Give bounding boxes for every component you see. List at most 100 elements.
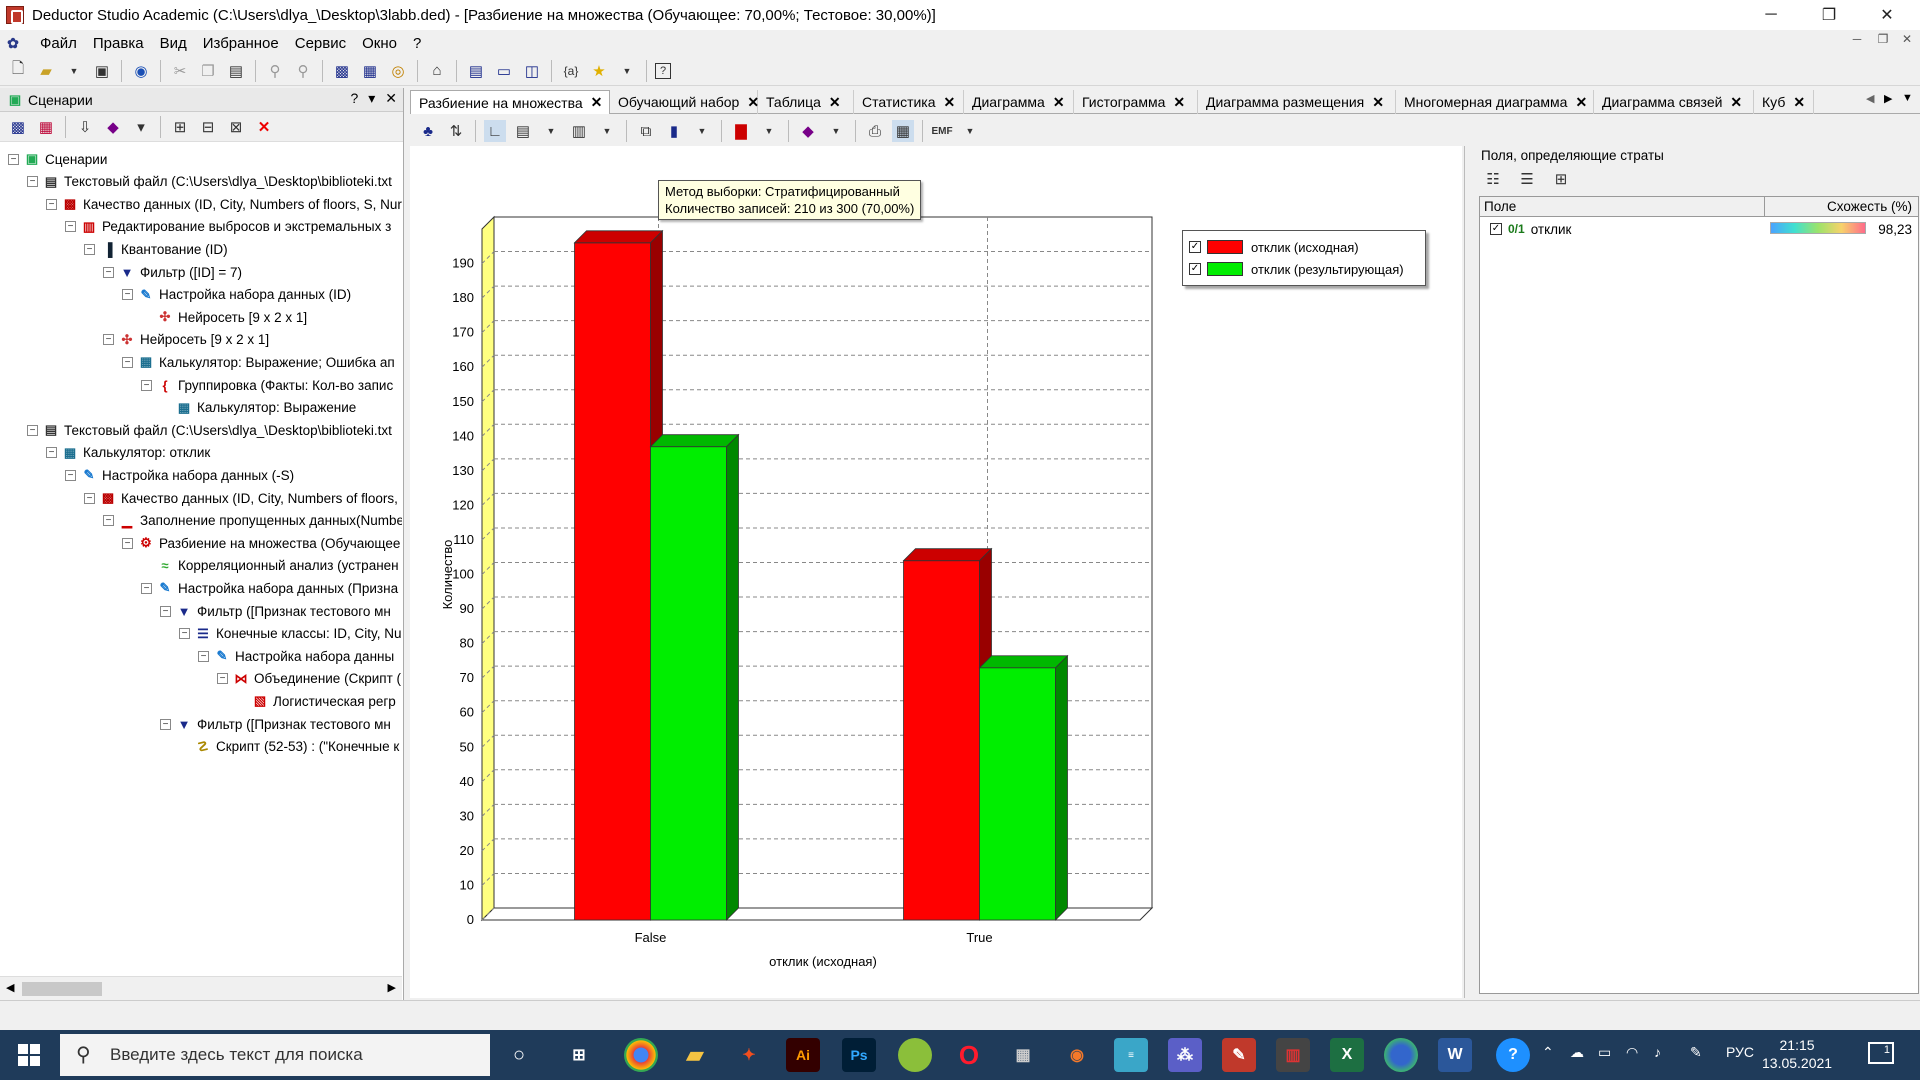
tree-node[interactable]: ✣ Нейросеть [9 x 2 x 1]	[141, 306, 308, 328]
maximize-button[interactable]: ❐	[1800, 0, 1858, 30]
tab-close-icon[interactable]: ✕	[1173, 94, 1185, 111]
tab[interactable]: Многомерная диаграмма ✕	[1396, 90, 1594, 114]
wizard-import-icon[interactable]: ▩	[331, 60, 353, 82]
file-explorer-icon[interactable]: ▰	[678, 1038, 712, 1072]
dropdown-icon[interactable]: ▼	[691, 120, 713, 142]
cascade-windows-icon[interactable]: ▤	[465, 60, 487, 82]
tree-collapse-toggle[interactable]: −	[160, 605, 171, 617]
import-wizard-icon[interactable]: ▩	[7, 116, 29, 138]
tab-close-icon[interactable]: ✕	[829, 94, 841, 111]
menu-window[interactable]: Окно	[354, 35, 405, 52]
tab-close-icon[interactable]: ✕	[1730, 94, 1742, 111]
column-header-similarity[interactable]: Схожесть (%)	[1765, 197, 1918, 217]
find-icon[interactable]: ⚲	[264, 60, 286, 82]
app-taskbar-icon[interactable]: ▥	[1276, 1038, 1310, 1072]
tab-scroll-left-icon[interactable]: ◀	[1866, 92, 1874, 105]
tree-collapse-toggle[interactable]: −	[84, 492, 95, 504]
home-icon[interactable]: ⌂	[426, 60, 448, 82]
edge-icon[interactable]	[1384, 1038, 1418, 1072]
tree-node[interactable]: − ✎ Настройка набора данных (-S)	[65, 464, 294, 486]
tree-collapse-toggle[interactable]: −	[103, 515, 114, 527]
help-app-icon[interactable]: ?	[1496, 1038, 1530, 1072]
tab[interactable]: Диаграмма связей ✕	[1594, 90, 1754, 114]
replace-icon[interactable]: ⚲	[292, 60, 314, 82]
legend-checkbox[interactable]: ✓	[1189, 241, 1201, 253]
legend-item-original[interactable]: ✓ отклик (исходная)	[1189, 237, 1359, 257]
axes-icon[interactable]: ∟	[484, 120, 506, 142]
mdi-minimize-button[interactable]: ─	[1846, 32, 1868, 46]
tab[interactable]: Куб ✕	[1754, 90, 1814, 114]
check-all-icon[interactable]: ☷	[1482, 168, 1504, 190]
app-menu-icon[interactable]: ✿	[4, 34, 22, 52]
clock[interactable]: 21:15 13.05.2021	[1762, 1036, 1832, 1072]
tree-node[interactable]: − ✎ Настройка набора данных (Призна	[141, 577, 398, 599]
chrome-icon[interactable]	[624, 1038, 658, 1072]
windows-start-icon[interactable]	[18, 1044, 40, 1066]
tree-node[interactable]: − ✎ Настройка набора данных (ID)	[122, 284, 351, 306]
tree-node[interactable]: − ▦ Калькулятор: отклик	[46, 442, 210, 464]
tree-node[interactable]: − ⋈ Объединение (Скрипт (	[217, 668, 401, 690]
tree-collapse-toggle[interactable]: −	[27, 176, 38, 188]
language-indicator[interactable]: РУС	[1726, 1044, 1754, 1060]
illustrator-icon[interactable]: Ai	[786, 1038, 820, 1072]
task-view-icon[interactable]: ⊞	[562, 1038, 596, 1072]
tree-node[interactable]: − ▼ Фильтр ([Признак тестового мн	[160, 600, 391, 622]
word-icon[interactable]: W	[1438, 1038, 1472, 1072]
tree-collapse-toggle[interactable]: −	[217, 673, 228, 685]
export-wizard-icon[interactable]: ⇩	[74, 116, 96, 138]
tree-node[interactable]: −{Группировка (Факты: Кол-во запис	[141, 374, 393, 396]
tree-collapse-toggle[interactable]: −	[65, 221, 76, 233]
tree-node[interactable]: ☡ Скрипт (52-53) : ("Конечные к	[179, 736, 399, 758]
menu-edit[interactable]: Правка	[85, 35, 152, 52]
tree-node[interactable]: − ⚙ Разбиение на множества (Обучающее	[122, 532, 400, 554]
save-icon[interactable]: ▣	[91, 60, 113, 82]
tree-node[interactable]: − ▼ Фильтр ([ID] = 7)	[103, 261, 242, 283]
tree-collapse-toggle[interactable]: −	[122, 289, 133, 301]
photoshop-icon[interactable]: Ps	[842, 1038, 876, 1072]
uncheck-all-icon[interactable]: ☰	[1516, 168, 1538, 190]
tile-horizontal-icon[interactable]: ▭	[493, 60, 515, 82]
tree-node[interactable]: ▧ Логистическая регр	[236, 690, 396, 712]
tree-collapse-toggle[interactable]: −	[103, 334, 114, 346]
ball-app-icon[interactable]	[898, 1038, 932, 1072]
sort-icon[interactable]: ⇅	[445, 120, 467, 142]
copy-chart-icon[interactable]: ⧉	[635, 120, 657, 142]
dropdown-icon[interactable]: ▼	[596, 120, 618, 142]
tab-close-icon[interactable]: ✕	[1372, 94, 1384, 111]
tree-node[interactable]: − ▤ Текстовый файл (C:\Users\dlya_\Desktop…	[27, 171, 392, 193]
menu-service[interactable]: Сервис	[287, 35, 354, 52]
tree-node[interactable]: − ▤ Текстовый файл (C:\Users\dlya_\Desktop…	[27, 419, 392, 441]
battery-icon[interactable]: ▭	[1598, 1044, 1611, 1061]
configure-icon[interactable]: ▾	[130, 116, 152, 138]
tab-list-icon[interactable]: ▼	[1902, 92, 1913, 104]
tree-collapse-toggle[interactable]: −	[179, 628, 190, 640]
pen-icon[interactable]: ✎	[1690, 1044, 1702, 1061]
tree-collapse-toggle[interactable]: −	[8, 153, 19, 165]
tree-node[interactable]: − ✣ Нейросеть [9 x 2 x 1]	[103, 329, 269, 351]
volume-icon[interactable]: ♪	[1654, 1044, 1661, 1060]
variables-icon[interactable]: {a}	[560, 60, 582, 82]
dropdown-icon[interactable]: ▼	[63, 60, 85, 82]
tab-close-icon[interactable]: ✕	[591, 94, 603, 111]
horizontal-scrollbar[interactable]: ◀ ▶	[0, 976, 402, 1000]
panel-close-button[interactable]: ✕	[385, 90, 397, 107]
legend-item-result[interactable]: ✓ отклик (результирующая)	[1189, 259, 1404, 279]
tree-collapse-toggle[interactable]: −	[84, 243, 95, 255]
notifications-icon[interactable]: 1	[1868, 1042, 1894, 1064]
tree-collapse-toggle[interactable]: −	[122, 356, 133, 368]
menu-favorites[interactable]: Избранное	[195, 35, 287, 52]
tree-node[interactable]: − ▁ Заполнение пропущенных данных(Numbe	[103, 510, 402, 532]
tree-node[interactable]: − ☰ Конечные классы: ID, City, Nu	[179, 623, 402, 645]
chart-type-icon[interactable]: ▥	[568, 120, 590, 142]
tile-vertical-icon[interactable]: ◫	[521, 60, 543, 82]
process-wizard-icon[interactable]: ▦	[35, 116, 57, 138]
menu-help[interactable]: ?	[405, 35, 429, 52]
tab-scroll-right-icon[interactable]: ▶	[1884, 92, 1892, 105]
histogram-icon[interactable]: ▇	[730, 120, 752, 142]
scroll-left-icon[interactable]: ◀	[6, 981, 14, 994]
legend-icon[interactable]: ▤	[512, 120, 534, 142]
new-file-icon[interactable]: 🗋	[7, 60, 29, 82]
cortana-icon[interactable]: ○	[502, 1038, 536, 1072]
bar-chart-icon[interactable]: ▮	[663, 120, 685, 142]
hierarchy-icon[interactable]: ⊞	[1550, 168, 1572, 190]
